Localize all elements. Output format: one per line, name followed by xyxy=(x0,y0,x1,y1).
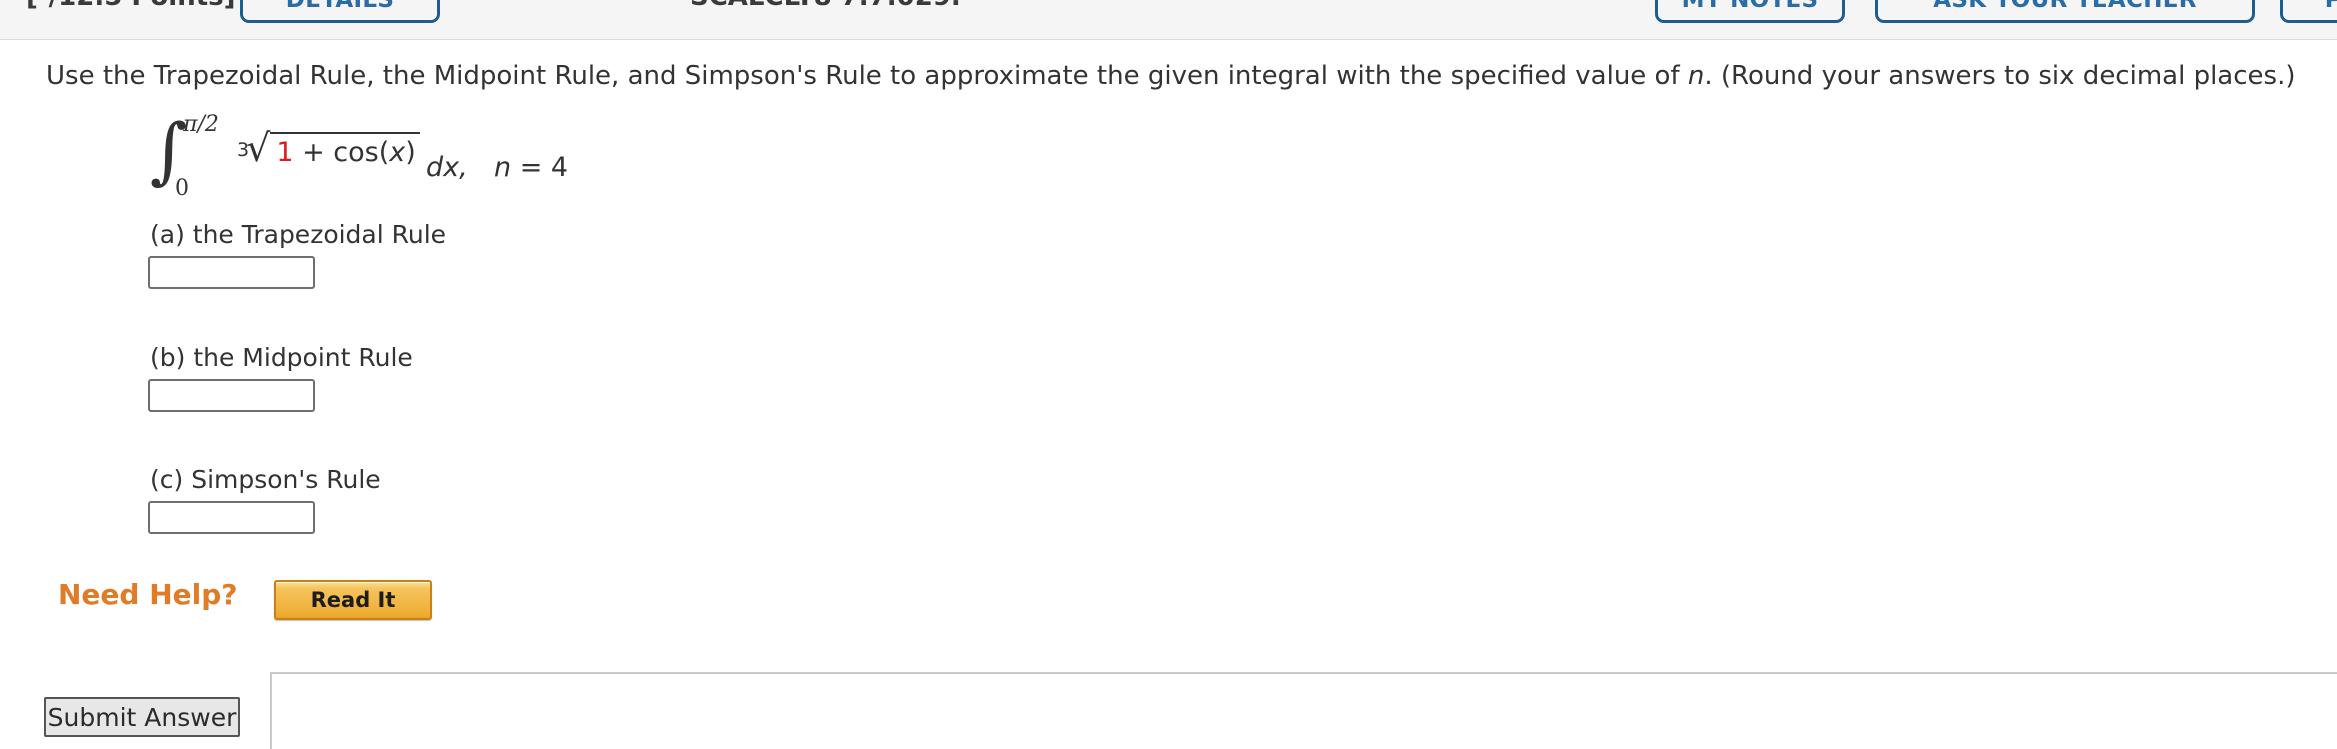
radicand-expression: 1 + cos(x) xyxy=(270,132,420,168)
read-it-button[interactable]: Read It xyxy=(274,580,432,620)
radicand-operator: + cos( xyxy=(293,137,390,168)
part-b-answer-input[interactable] xyxy=(148,379,315,412)
question-prompt: Use the Trapezoidal Rule, the Midpoint R… xyxy=(46,60,2295,93)
radical-sign-icon: √ xyxy=(246,126,271,170)
n-equals-value: = 4 xyxy=(511,152,569,183)
answer-feedback-panel xyxy=(270,672,2337,749)
integral-upper-limit: π/2 xyxy=(183,112,219,137)
differential-dx: dx, xyxy=(426,152,468,183)
practice-another-button[interactable]: PRAC xyxy=(2280,0,2337,23)
need-help-label: Need Help? xyxy=(58,578,238,611)
cube-root-radical: 3 √ 1 + cos(x) xyxy=(234,126,420,170)
n-value-annotation: n = 4 xyxy=(494,152,568,183)
part-a-answer-input[interactable] xyxy=(148,256,315,289)
part-a-label: (a) the Trapezoidal Rule xyxy=(150,220,447,249)
part-c-answer-input[interactable] xyxy=(148,501,315,534)
part-c-label: (c) Simpson's Rule xyxy=(150,465,381,494)
radicand-close-paren: ) xyxy=(405,137,416,168)
prompt-variable-n: n xyxy=(1687,61,1705,91)
assignment-toolbar: [-/12.5 Points] DETAILS SCALCLT8 7.7.029… xyxy=(0,0,2337,40)
prompt-text-first: Use the Trapezoidal Rule, the Midpoint R… xyxy=(46,61,1688,91)
integral-lower-limit: 0 xyxy=(175,176,189,201)
prompt-text-second: . (Round your answers to six decimal pla… xyxy=(1704,61,2296,91)
n-variable-symbol: n xyxy=(494,152,512,183)
submit-answer-button[interactable]: Submit Answer xyxy=(44,697,240,737)
radicand-variable: x xyxy=(389,137,406,168)
ask-your-teacher-button[interactable]: ASK YOUR TEACHER xyxy=(1875,0,2255,23)
points-label: [-/12.5 Points] xyxy=(26,0,236,12)
part-b-label: (b) the Midpoint Rule xyxy=(150,343,413,372)
radicand-highlight-term: 1 xyxy=(276,137,294,168)
assignment-title: SCALCLT8 7.7.029. xyxy=(690,0,961,12)
my-notes-button[interactable]: MY NOTES xyxy=(1655,0,1845,23)
details-button[interactable]: DETAILS xyxy=(240,0,440,23)
